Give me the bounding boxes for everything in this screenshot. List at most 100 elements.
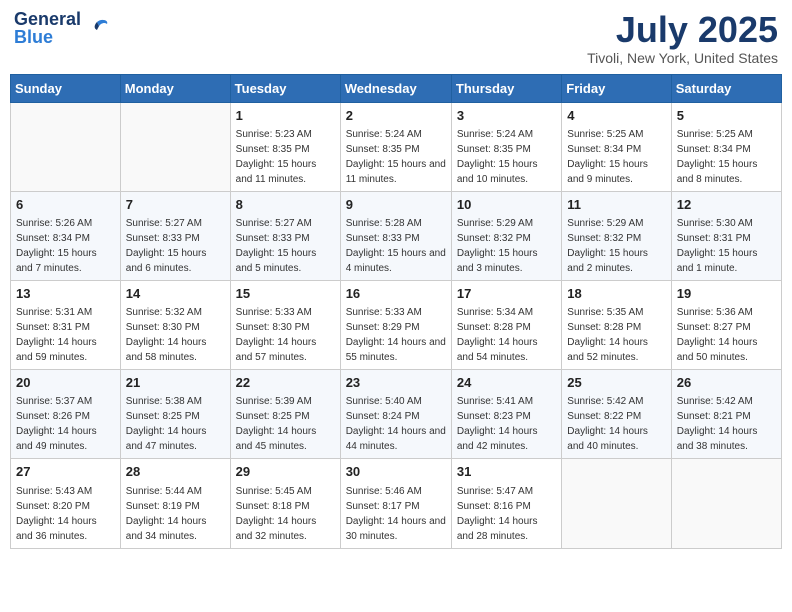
day-number: 30 [346,463,446,481]
logo: General Blue [14,10,111,46]
weekday-header-wednesday: Wednesday [340,74,451,102]
day-number: 28 [126,463,225,481]
day-number: 15 [236,285,335,303]
day-info: Sunrise: 5:41 AMSunset: 8:23 PMDaylight:… [457,394,556,454]
week-row-5: 27 Sunrise: 5:43 AMSunset: 8:20 PMDayligh… [11,459,782,548]
calendar-cell [11,102,121,191]
day-number: 22 [236,374,335,392]
day-info: Sunrise: 5:33 AMSunset: 8:29 PMDaylight:… [346,305,446,365]
day-number: 10 [457,196,556,214]
weekday-header-thursday: Thursday [451,74,561,102]
week-row-3: 13 Sunrise: 5:31 AMSunset: 8:31 PMDayligh… [11,280,782,369]
calendar-cell: 4Sunrise: 5:25 AMSunset: 8:34 PMDaylight… [562,102,671,191]
weekday-header-monday: Monday [120,74,230,102]
day-number: 16 [346,285,446,303]
day-number: 18 [567,285,665,303]
day-number: 17 [457,285,556,303]
day-info: Sunrise: 5:38 AMSunset: 8:25 PMDaylight:… [126,394,225,454]
day-number: 11 [567,196,665,214]
calendar-cell: 17 Sunrise: 5:34 AMSunset: 8:28 PMDayligh… [451,280,561,369]
day-number: 1 [236,107,335,125]
day-info: Sunrise: 5:42 AMSunset: 8:21 PMDaylight:… [677,394,776,454]
calendar-cell: 30 Sunrise: 5:46 AMSunset: 8:17 PMDayligh… [340,459,451,548]
calendar-cell: 13 Sunrise: 5:31 AMSunset: 8:31 PMDayligh… [11,280,121,369]
day-number: 8 [236,196,335,214]
day-number: 23 [346,374,446,392]
day-number: 27 [16,463,115,481]
day-number: 19 [677,285,776,303]
calendar-cell: 8 Sunrise: 5:27 AMSunset: 8:33 PMDaylight… [230,191,340,280]
day-info: Sunrise: 5:39 AMSunset: 8:25 PMDaylight:… [236,394,335,454]
calendar-cell: 3Sunrise: 5:24 AMSunset: 8:35 PMDaylight… [451,102,561,191]
day-number: 21 [126,374,225,392]
day-number: 7 [126,196,225,214]
calendar-cell: 19 Sunrise: 5:36 AMSunset: 8:27 PMDayligh… [671,280,781,369]
logo-general: General [14,10,81,28]
weekday-header-sunday: Sunday [11,74,121,102]
day-info: Sunrise: 5:35 AMSunset: 8:28 PMDaylight:… [567,305,665,365]
calendar-cell: 11Sunrise: 5:29 AMSunset: 8:32 PMDayligh… [562,191,671,280]
logo-blue: Blue [14,28,81,46]
day-info: Sunrise: 5:33 AMSunset: 8:30 PMDaylight:… [236,305,335,365]
calendar-cell: 29Sunrise: 5:45 AMSunset: 8:18 PMDayligh… [230,459,340,548]
day-info: Sunrise: 5:44 AMSunset: 8:19 PMDaylight:… [126,484,225,544]
day-info: Sunrise: 5:47 AMSunset: 8:16 PMDaylight:… [457,484,556,544]
day-number: 12 [677,196,776,214]
calendar-cell: 27 Sunrise: 5:43 AMSunset: 8:20 PMDayligh… [11,459,121,548]
day-info: Sunrise: 5:37 AMSunset: 8:26 PMDaylight:… [16,394,115,454]
day-info: Sunrise: 5:24 AMSunset: 8:35 PMDaylight:… [457,127,556,187]
day-number: 6 [16,196,115,214]
day-info: Sunrise: 5:23 AMSunset: 8:35 PMDaylight:… [236,127,335,187]
day-number: 31 [457,463,556,481]
day-info: Sunrise: 5:26 AMSunset: 8:34 PMDaylight:… [16,216,115,276]
calendar-cell: 9Sunrise: 5:28 AMSunset: 8:33 PMDaylight… [340,191,451,280]
calendar-cell: 5Sunrise: 5:25 AMSunset: 8:34 PMDaylight… [671,102,781,191]
day-info: Sunrise: 5:46 AMSunset: 8:17 PMDaylight:… [346,484,446,544]
day-info: Sunrise: 5:34 AMSunset: 8:28 PMDaylight:… [457,305,556,365]
calendar-cell: 21 Sunrise: 5:38 AMSunset: 8:25 PMDayligh… [120,370,230,459]
day-info: Sunrise: 5:40 AMSunset: 8:24 PMDaylight:… [346,394,446,454]
day-number: 20 [16,374,115,392]
calendar-cell: 31 Sunrise: 5:47 AMSunset: 8:16 PMDayligh… [451,459,561,548]
calendar-cell: 14 Sunrise: 5:32 AMSunset: 8:30 PMDayligh… [120,280,230,369]
day-info: Sunrise: 5:25 AMSunset: 8:34 PMDaylight:… [677,127,776,187]
calendar-cell: 24Sunrise: 5:41 AMSunset: 8:23 PMDayligh… [451,370,561,459]
day-number: 14 [126,285,225,303]
weekday-header-tuesday: Tuesday [230,74,340,102]
calendar-cell: 18 Sunrise: 5:35 AMSunset: 8:28 PMDayligh… [562,280,671,369]
day-info: Sunrise: 5:27 AMSunset: 8:33 PMDaylight:… [236,216,335,276]
week-row-2: 6 Sunrise: 5:26 AMSunset: 8:34 PMDaylight… [11,191,782,280]
day-info: Sunrise: 5:36 AMSunset: 8:27 PMDaylight:… [677,305,776,365]
calendar-cell: 16 Sunrise: 5:33 AMSunset: 8:29 PMDayligh… [340,280,451,369]
calendar-cell: 20 Sunrise: 5:37 AMSunset: 8:26 PMDayligh… [11,370,121,459]
week-row-1: 1 Sunrise: 5:23 AMSunset: 8:35 PMDaylight… [11,102,782,191]
day-number: 9 [346,196,446,214]
day-info: Sunrise: 5:24 AMSunset: 8:35 PMDaylight:… [346,127,446,187]
month-title: July 2025 [587,10,778,50]
day-info: Sunrise: 5:42 AMSunset: 8:22 PMDaylight:… [567,394,665,454]
calendar-cell: 26 Sunrise: 5:42 AMSunset: 8:21 PMDayligh… [671,370,781,459]
day-number: 4 [567,107,665,125]
calendar-cell: 23 Sunrise: 5:40 AMSunset: 8:24 PMDayligh… [340,370,451,459]
calendar-cell: 22 Sunrise: 5:39 AMSunset: 8:25 PMDayligh… [230,370,340,459]
day-info: Sunrise: 5:32 AMSunset: 8:30 PMDaylight:… [126,305,225,365]
calendar-cell [120,102,230,191]
title-block: July 2025 Tivoli, New York, United State… [587,10,778,66]
calendar-cell: 25 Sunrise: 5:42 AMSunset: 8:22 PMDayligh… [562,370,671,459]
day-number: 2 [346,107,446,125]
day-number: 13 [16,285,115,303]
day-info: Sunrise: 5:31 AMSunset: 8:31 PMDaylight:… [16,305,115,365]
day-number: 29 [236,463,335,481]
calendar-cell [562,459,671,548]
day-number: 25 [567,374,665,392]
calendar-cell: 1 Sunrise: 5:23 AMSunset: 8:35 PMDaylight… [230,102,340,191]
calendar-cell: 10Sunrise: 5:29 AMSunset: 8:32 PMDayligh… [451,191,561,280]
weekday-header-saturday: Saturday [671,74,781,102]
weekday-header-friday: Friday [562,74,671,102]
page-header: General Blue July 2025 Tivoli, New York,… [10,10,782,66]
calendar-cell [671,459,781,548]
week-row-4: 20 Sunrise: 5:37 AMSunset: 8:26 PMDayligh… [11,370,782,459]
day-number: 26 [677,374,776,392]
day-info: Sunrise: 5:30 AMSunset: 8:31 PMDaylight:… [677,216,776,276]
day-info: Sunrise: 5:43 AMSunset: 8:20 PMDaylight:… [16,484,115,544]
